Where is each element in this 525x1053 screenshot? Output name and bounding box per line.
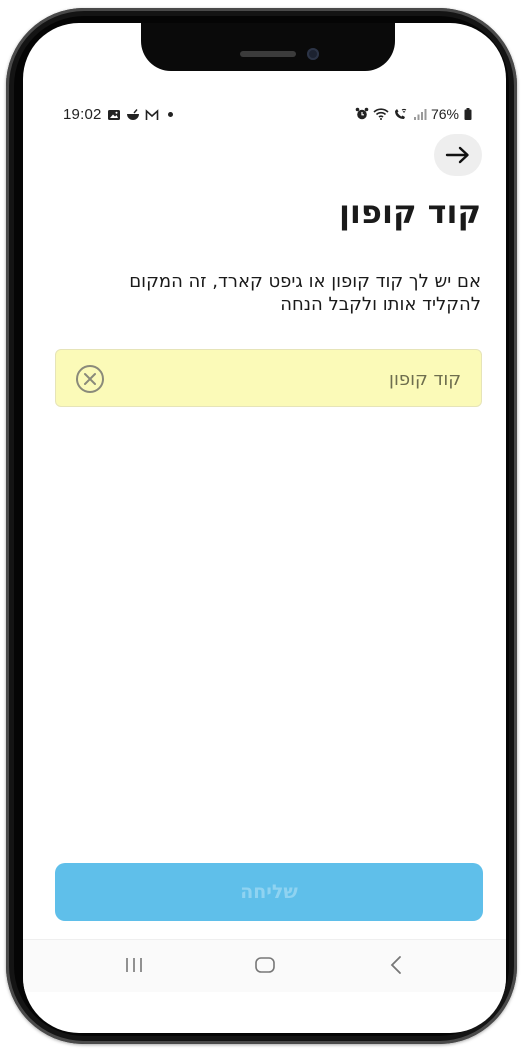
battery-percentage: 76% — [430, 106, 459, 122]
system-back-button[interactable] — [381, 952, 411, 978]
back-chevron-icon — [390, 956, 401, 974]
page-subtitle: אם יש לך קוד קופון או גיפט קארד, זה המקו… — [129, 271, 481, 315]
wifi-calling-icon — [394, 108, 407, 119]
notch — [141, 23, 395, 71]
image-icon — [107, 109, 120, 120]
status-time: 19:02 — [63, 106, 102, 123]
home-icon — [255, 957, 275, 973]
wifi-icon — [373, 108, 389, 120]
screen: 19:02 76% קוד קופון אם יש לך קוד קופון א… — [23, 23, 506, 1033]
status-left: 19:02 — [63, 106, 173, 123]
recents-icon — [126, 958, 142, 972]
coupon-code-input[interactable] — [116, 350, 463, 408]
phone-frame: 19:02 76% קוד קופון אם יש לך קוד קופון א… — [6, 8, 517, 1044]
speaker — [240, 51, 296, 57]
signal-icon — [413, 109, 427, 120]
back-button[interactable] — [434, 134, 482, 176]
navigation-bar — [23, 939, 506, 992]
bowl-icon — [126, 108, 139, 120]
alarm-icon — [355, 107, 369, 120]
front-camera — [307, 48, 319, 60]
status-bar: 19:02 76% — [63, 106, 473, 126]
dot-icon — [167, 112, 173, 117]
page-title: קוד קופון — [338, 193, 481, 231]
arrow-right-icon — [445, 146, 469, 164]
coupon-field — [55, 349, 482, 408]
circle-x-icon[interactable] — [75, 364, 105, 394]
status-right: 76% — [355, 106, 473, 122]
submit-button[interactable]: שליחה — [55, 863, 483, 921]
recents-button[interactable] — [119, 952, 149, 978]
home-button[interactable] — [250, 952, 280, 978]
gmail-icon — [145, 108, 158, 120]
battery-icon — [464, 108, 472, 120]
